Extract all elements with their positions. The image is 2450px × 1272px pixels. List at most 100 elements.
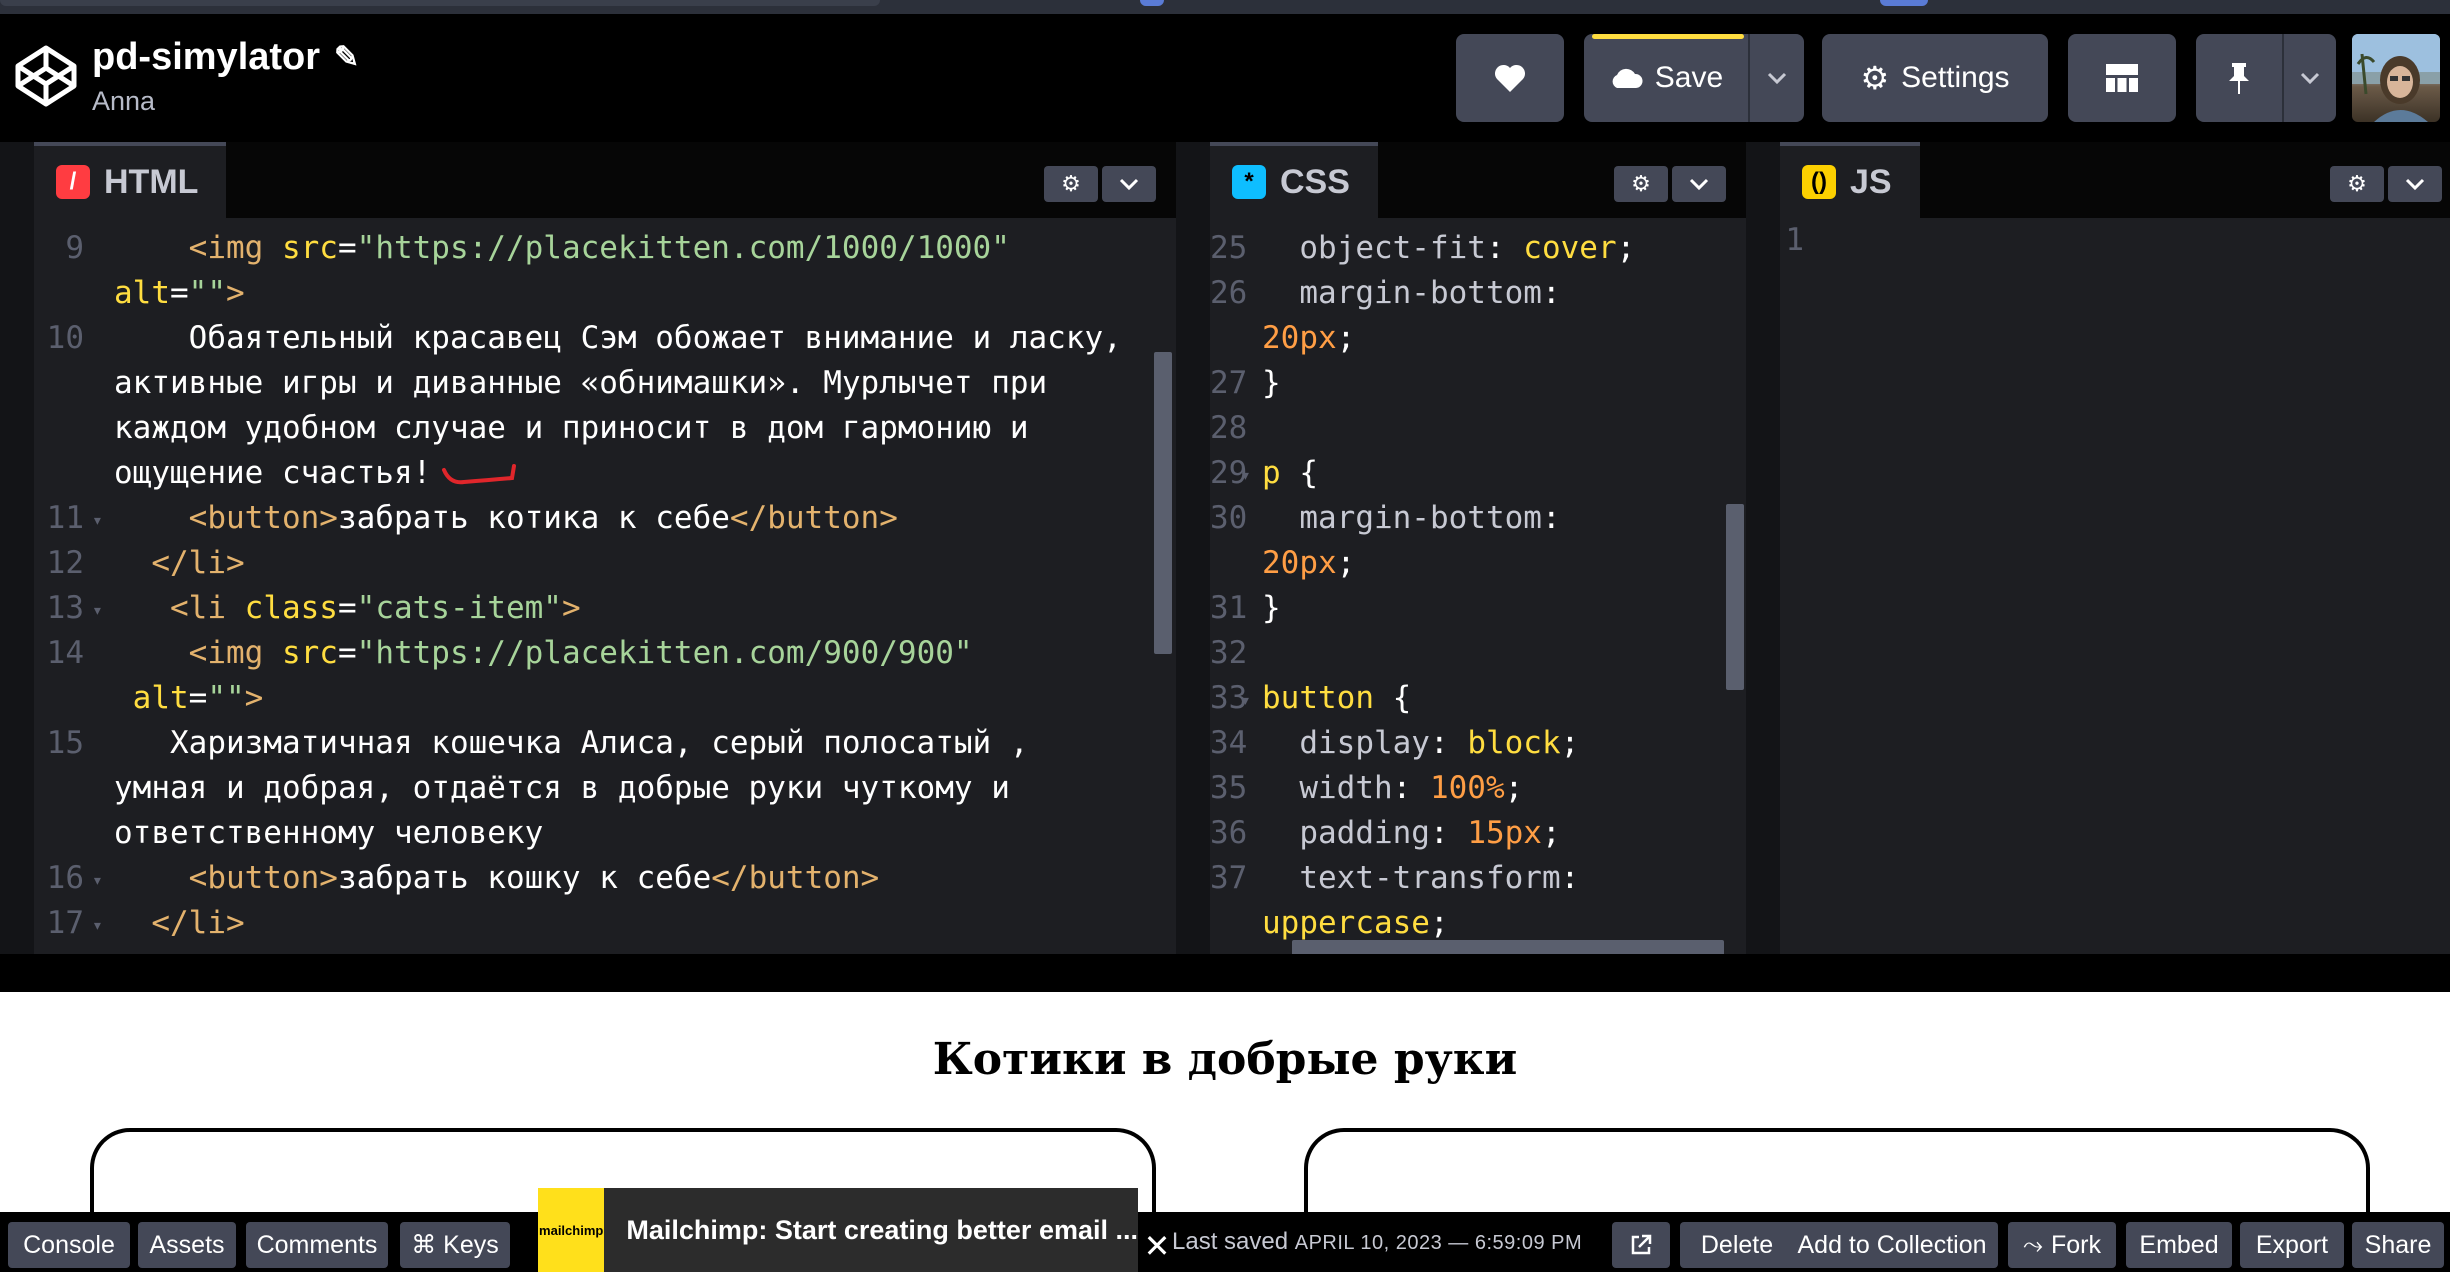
pen-title[interactable]: pd-simylator ✎ xyxy=(92,36,359,79)
fold-arrow-icon[interactable]: ▾ xyxy=(92,858,103,903)
save-button[interactable]: Save xyxy=(1584,34,1748,122)
html-vertical-scrollbar[interactable] xyxy=(1154,352,1172,654)
js-pane-tab[interactable]: () JS xyxy=(1780,142,1920,218)
code-token: padding xyxy=(1299,815,1430,851)
html-code-editor[interactable]: 9 <img src="https://placekitten.com/1000… xyxy=(34,218,1176,954)
user-avatar[interactable] xyxy=(2352,34,2440,122)
js-settings-button[interactable]: ⚙ xyxy=(2330,166,2384,202)
code-line: ответственному человеку xyxy=(114,811,543,856)
code-token: ; xyxy=(1541,815,1561,851)
save-options-button[interactable] xyxy=(1750,34,1804,122)
code-token: ; xyxy=(1616,230,1636,266)
fork-button[interactable]: ⤳ Fork xyxy=(2008,1222,2116,1268)
open-external-button[interactable] xyxy=(1612,1222,1670,1268)
preview-frame[interactable]: Котики в добрые руки xyxy=(0,992,2450,1248)
js-pane-header: () JS ⚙ xyxy=(1780,142,2450,218)
mailchimp-ad[interactable]: mailchimp Mailchimp: Start creating bett… xyxy=(538,1188,1138,1272)
code-token: каждом удобном случае и приносит в дом г… xyxy=(114,410,1029,446)
css-collapse-button[interactable] xyxy=(1672,166,1726,202)
code-token: ; xyxy=(1429,905,1449,941)
code-token: забрать котика к себе xyxy=(337,500,730,536)
js-collapse-button[interactable] xyxy=(2388,166,2442,202)
fold-arrow-icon[interactable]: ▾ xyxy=(1240,453,1251,498)
html-pane-tab[interactable]: / HTML xyxy=(34,142,227,218)
line-number: 9 xyxy=(65,230,84,266)
code-line: каждом удобном случае и приносит в дом г… xyxy=(114,406,1029,451)
line-number: 17 xyxy=(46,905,84,941)
css-vertical-scrollbar[interactable] xyxy=(1726,504,1744,690)
line-number: 33 xyxy=(1210,680,1248,716)
code-token: p xyxy=(1262,455,1281,491)
line-number: 35 xyxy=(1210,770,1248,806)
browser-tab-strip xyxy=(0,0,880,6)
css-horizontal-scrollbar[interactable] xyxy=(1292,940,1724,954)
ad-text[interactable]: Mailchimp: Start creating better email .… xyxy=(604,1215,1138,1246)
add-to-collection-button[interactable]: Add to Collection xyxy=(1786,1222,1998,1268)
code-token: активные игры и диванные «обнимашки». Му… xyxy=(114,365,1048,401)
layout-button[interactable] xyxy=(2068,34,2176,122)
css-settings-button[interactable]: ⚙ xyxy=(1614,166,1668,202)
fold-arrow-icon[interactable]: ▾ xyxy=(92,588,103,633)
code-token: uppercase xyxy=(1262,905,1430,941)
settings-button[interactable]: ⚙ Settings xyxy=(1822,34,2048,122)
pen-title-text[interactable]: pd-simylator xyxy=(92,36,320,79)
html-collapse-button[interactable] xyxy=(1102,166,1156,202)
pen-author[interactable]: Anna xyxy=(92,86,155,117)
save-button-group: Save xyxy=(1584,34,1804,122)
export-button[interactable]: Export xyxy=(2240,1222,2344,1268)
pin-icon xyxy=(2229,63,2249,94)
html-settings-button[interactable]: ⚙ xyxy=(1044,166,1098,202)
css-pane-tab[interactable]: * CSS xyxy=(1210,142,1378,218)
fold-arrow-icon[interactable]: ▾ xyxy=(92,903,103,948)
save-label: Save xyxy=(1654,61,1724,94)
header: pd-simylator ✎ Anna Save ⚙ Settings xyxy=(0,14,2450,142)
delete-button[interactable]: Delete xyxy=(1680,1222,1794,1268)
code-token: : xyxy=(1541,500,1561,536)
fold-arrow-icon[interactable]: ▾ xyxy=(1240,678,1251,723)
pencil-icon[interactable]: ✎ xyxy=(334,40,359,75)
line-number: 12 xyxy=(46,545,84,581)
line-number: 29 xyxy=(1210,455,1248,491)
browser-tab-marker xyxy=(1140,0,1164,6)
mailchimp-logo: mailchimp xyxy=(538,1188,605,1272)
code-token: alt xyxy=(132,680,189,716)
line-number: 15 xyxy=(46,725,84,761)
keys-button[interactable]: ⌘ Keys xyxy=(400,1222,510,1268)
fold-arrow-icon[interactable]: ▾ xyxy=(92,498,103,543)
code-token: ; xyxy=(1560,725,1580,761)
share-button[interactable]: Share xyxy=(2352,1222,2444,1268)
console-button[interactable]: Console xyxy=(8,1222,130,1268)
close-ad-icon[interactable]: ✕ xyxy=(1140,1226,1174,1266)
css-code-editor[interactable]: 25 object-fit: cover; 26 margin-bottom: 20… xyxy=(1210,218,1746,954)
code-line: padding: 15px; xyxy=(1262,811,1561,856)
assets-button[interactable]: Assets xyxy=(138,1222,236,1268)
code-token: : xyxy=(1541,275,1561,311)
red-underline-annotation xyxy=(442,464,516,485)
css-asterisk-icon: * xyxy=(1232,165,1266,199)
code-line: 20px; xyxy=(1262,316,1355,361)
code-token: : xyxy=(1560,860,1580,896)
heart-button[interactable] xyxy=(1456,34,1564,122)
heart-icon xyxy=(1494,64,1526,92)
code-token: "https://placekitten.com/900/900" xyxy=(356,635,973,671)
codepen-logo-icon[interactable] xyxy=(14,44,78,108)
pin-options-button[interactable] xyxy=(2284,34,2336,122)
html-pane-label: HTML xyxy=(104,162,199,201)
code-line: p { xyxy=(1262,451,1318,496)
line-number: 37 xyxy=(1210,860,1248,896)
comments-button[interactable]: Comments xyxy=(246,1222,388,1268)
embed-button[interactable]: Embed xyxy=(2126,1222,2232,1268)
code-line: <img src="https://placekitten.com/1000/1… xyxy=(114,226,1010,271)
pin-button[interactable] xyxy=(2196,34,2282,122)
code-token: src xyxy=(281,635,338,671)
line-number: 32 xyxy=(1210,635,1248,671)
js-code-editor[interactable]: 1 xyxy=(1780,218,2450,954)
code-token: : xyxy=(1429,815,1468,851)
line-number: 30 xyxy=(1210,500,1248,536)
code-token: </button> xyxy=(729,500,898,536)
code-token: Харизматичная кошечка Алиса, серый полос… xyxy=(114,725,1029,761)
